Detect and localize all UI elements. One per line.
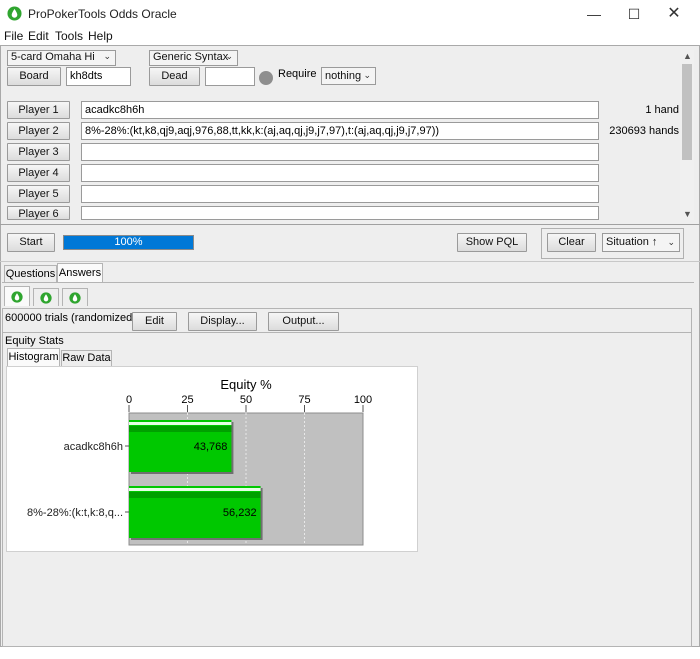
droplet-icon	[11, 291, 23, 303]
bar-data-label: 43,768	[194, 441, 228, 453]
tab-questions[interactable]: Questions	[4, 265, 57, 282]
player-3-range-input[interactable]	[81, 143, 599, 161]
player-2-range-input[interactable]: 8%-28%:(kt,k8,qj9,aqj,976,88,tt,kk,k:(aj…	[81, 122, 599, 140]
player-2-button[interactable]: Player 2	[7, 122, 70, 140]
window-title: ProPokerTools Odds Oracle	[28, 7, 177, 21]
chart-title: Equity %	[220, 377, 272, 392]
show-pql-button[interactable]: Show PQL	[457, 233, 527, 252]
maximize-icon[interactable]: ☐	[614, 2, 654, 26]
tab-histogram[interactable]: Histogram	[7, 348, 60, 366]
player-4-button[interactable]: Player 4	[7, 164, 70, 182]
bar-highlight	[129, 488, 261, 491]
start-button[interactable]: Start	[7, 233, 55, 252]
x-tick-label: 75	[298, 394, 310, 406]
tab-answers[interactable]: Answers	[57, 263, 103, 282]
scroll-down-icon[interactable]: ▼	[683, 209, 692, 219]
category-label: 8%-28%:(k:t,k:8,q...	[27, 507, 123, 519]
menu-tools[interactable]: Tools	[55, 29, 83, 43]
panel-divider	[2, 332, 692, 333]
tab-raw-data[interactable]: Raw Data	[61, 350, 112, 366]
player-6-button[interactable]: Player 6	[7, 206, 70, 220]
bar-highlight	[129, 422, 232, 425]
player-2-hand-count: 230693 hands	[609, 125, 679, 137]
player-6-range-input[interactable]	[81, 206, 599, 220]
bar-band	[129, 426, 232, 432]
equity-stats-title: Equity Stats	[5, 335, 64, 347]
game-select-value: 5-card Omaha Hi	[11, 51, 95, 63]
answer-tab-3[interactable]	[62, 288, 88, 306]
dead-button[interactable]: Dead	[149, 67, 200, 86]
app-droplet-icon	[7, 6, 22, 21]
player-3-button[interactable]: Player 3	[7, 143, 70, 161]
section-divider	[0, 224, 700, 225]
bar-data-label: 56,232	[223, 507, 257, 519]
player-4-range-input[interactable]	[81, 164, 599, 182]
board-input[interactable]: kh8dts	[66, 67, 131, 86]
progress-text: 100%	[114, 236, 143, 248]
chevron-down-icon: ⌄	[103, 51, 111, 61]
display-button[interactable]: Display...	[188, 312, 257, 331]
section-divider	[0, 261, 700, 262]
minimize-icon[interactable]: —	[574, 2, 614, 26]
menu-help[interactable]: Help	[88, 29, 113, 43]
require-indicator[interactable]	[259, 71, 273, 85]
equity-chart: Equity % 0 25 50 75 100 43,768 acadkc8h6h 56,232…	[27, 377, 372, 546]
answer-tab-1[interactable]	[4, 286, 30, 306]
dead-input[interactable]	[205, 67, 255, 86]
game-select[interactable]: 5-card Omaha Hi ⌄	[7, 50, 116, 66]
menu-edit[interactable]: Edit	[28, 29, 49, 43]
player-5-range-input[interactable]	[81, 185, 599, 203]
edit-button[interactable]: Edit	[132, 312, 177, 331]
chevron-down-icon: ⌄	[363, 70, 371, 80]
x-tick-label: 100	[354, 394, 372, 406]
require-label: Require	[278, 68, 317, 80]
menu-file[interactable]: File	[4, 29, 23, 43]
clear-button[interactable]: Clear	[547, 233, 596, 252]
output-button[interactable]: Output...	[268, 312, 339, 331]
bar-band	[129, 492, 261, 498]
players-scrollbar[interactable]: ▲ ▼	[680, 50, 694, 220]
scrollbar-thumb[interactable]	[682, 64, 692, 160]
player-1-hand-count: 1 hand	[645, 104, 679, 116]
scroll-up-icon[interactable]: ▲	[683, 51, 692, 61]
x-tick-label: 50	[240, 394, 252, 406]
require-select-value: nothing	[325, 70, 362, 82]
answer-tab-2[interactable]	[33, 288, 59, 306]
droplet-icon	[69, 292, 81, 304]
trials-text: 600000 trials (randomized)	[5, 312, 136, 324]
progress-bar: 100%	[63, 235, 194, 250]
tab-strip-line	[2, 282, 694, 283]
situation-select[interactable]: Situation ↑ ⌄	[602, 233, 680, 252]
require-select[interactable]: nothing ⌄	[321, 67, 376, 85]
player-5-button[interactable]: Player 5	[7, 185, 70, 203]
chevron-down-icon: ⌄	[225, 51, 233, 61]
category-label: acadkc8h6h	[64, 441, 123, 453]
title-bar: ProPokerTools Odds Oracle — ☐ ✕	[0, 0, 700, 28]
chevron-down-icon: ⌄	[667, 237, 675, 247]
x-tick-label: 0	[126, 394, 132, 406]
situation-select-value: Situation ↑	[606, 236, 658, 248]
droplet-icon	[40, 292, 52, 304]
chart-container: Equity % 0 25 50 75 100 43,768 acadkc8h6h 56,232…	[6, 366, 418, 552]
x-tick-label: 25	[181, 394, 193, 406]
player-1-button[interactable]: Player 1	[7, 101, 70, 119]
close-icon[interactable]: ✕	[654, 2, 694, 26]
board-button[interactable]: Board	[7, 67, 61, 86]
syntax-select-value: Generic Syntax	[153, 51, 229, 63]
menu-bar: File Edit Tools Help	[0, 28, 700, 45]
syntax-select[interactable]: Generic Syntax ⌄	[149, 50, 238, 66]
player-1-range-input[interactable]: acadkc8h6h	[81, 101, 599, 119]
